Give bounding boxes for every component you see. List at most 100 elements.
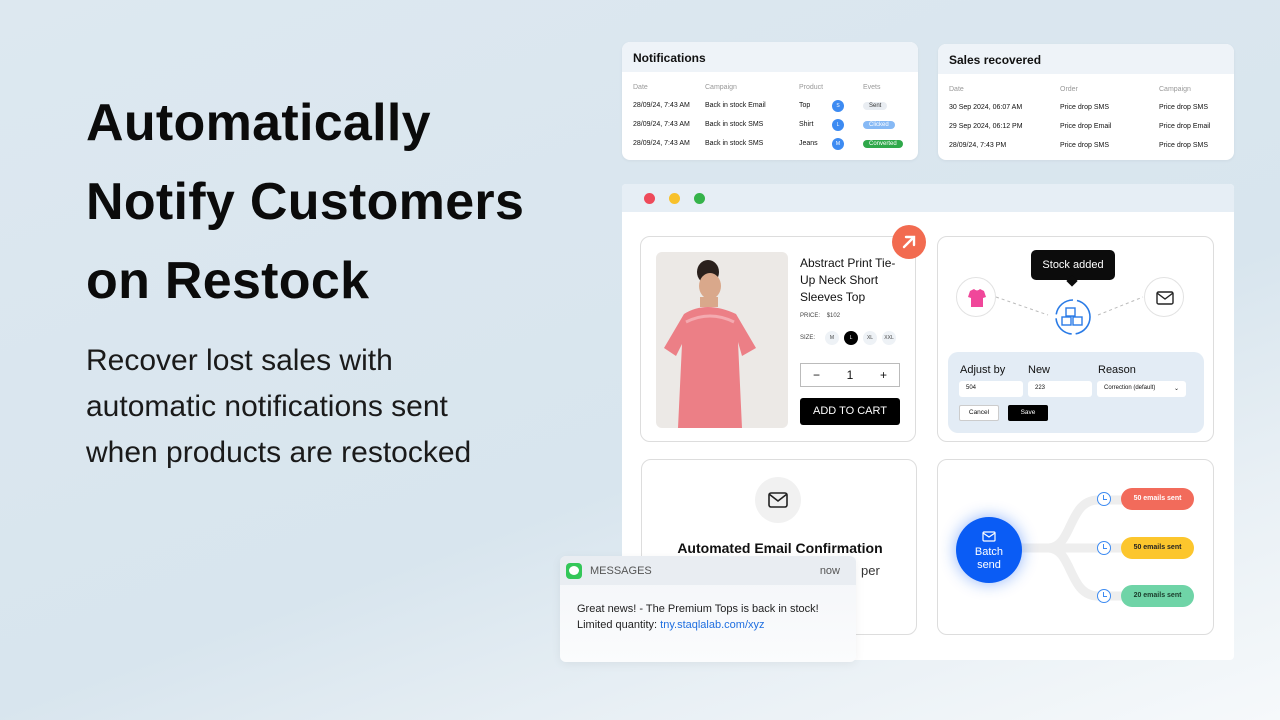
cell-date: 28/09/24, 7:43 AM	[633, 121, 690, 128]
add-to-cart-button[interactable]: ADD TO CART	[800, 398, 900, 425]
adjust-by-input[interactable]: 504	[959, 381, 1023, 397]
reason-value: Correction (default)	[1104, 385, 1156, 391]
reason-select[interactable]: Correction (default) ⌄	[1097, 381, 1186, 397]
cell-date: 30 Sep 2024, 06:07 AM	[949, 104, 1023, 111]
sales-recovered-card: Sales recovered Date Order Campaign 30 S…	[938, 44, 1234, 160]
table-row[interactable]: 28/09/24, 7:43 AM Back in stock SMS Jean…	[633, 134, 907, 153]
col-header: Product	[799, 83, 824, 91]
cell-campaign: Back in stock Email	[705, 102, 766, 109]
sales-title: Sales recovered	[938, 44, 1234, 74]
cell-order: Price drop SMS	[1060, 104, 1110, 111]
product-image	[656, 252, 788, 428]
col-header: Evets	[863, 83, 881, 91]
messages-app-icon	[566, 562, 582, 579]
product-price: PRICE: $102	[800, 313, 840, 319]
cell-campaign: Back in stock SMS	[705, 121, 764, 128]
message-link-prefix: Limited quantity:	[577, 619, 661, 631]
inventory-box-icon	[1052, 297, 1094, 337]
size-option-m[interactable]: M	[825, 331, 840, 345]
size-option-xl[interactable]: XL	[863, 331, 878, 345]
mail-icon	[1144, 277, 1184, 317]
event-badge: Converted	[863, 139, 903, 148]
table-row[interactable]: 28/09/24, 7:43 AM Back in stock Email To…	[633, 96, 907, 115]
size-option-l[interactable]: L	[844, 331, 859, 345]
save-button[interactable]: Save	[1008, 405, 1048, 421]
title-line: on Restock	[86, 252, 370, 310]
hero-title: Automatically Notify Customers on Restoc…	[86, 84, 606, 321]
chevron-down-icon: ⌄	[1173, 386, 1179, 392]
product-card: Abstract Print Tie-Up Neck Short Sleeves…	[640, 236, 916, 442]
adjust-by-label: Adjust by	[960, 364, 1006, 376]
col-header: Campaign	[705, 83, 737, 91]
cell-campaign: Price drop Email	[1159, 123, 1211, 130]
cell-date: 29 Sep 2024, 06:12 PM	[949, 123, 1023, 130]
notifications-title: Notifications	[622, 42, 918, 72]
emails-sent-badge: 50 emails sent	[1121, 537, 1194, 559]
size-option-xxl[interactable]: XXL	[882, 331, 897, 345]
notifications-table: Date Campaign Product Evets 28/09/24, 7:…	[622, 72, 918, 159]
cell-campaign: Back in stock SMS	[705, 140, 764, 147]
cell-date: 28/09/24, 7:43 AM	[633, 102, 690, 109]
quantity-value[interactable]: 1	[847, 368, 854, 382]
mail-icon	[755, 477, 801, 523]
table-row[interactable]: 28/09/24, 7:43 PM Price drop SMS Price d…	[949, 136, 1223, 155]
size-badge: S	[832, 99, 844, 112]
emails-sent-badge: 50 emails sent	[1121, 488, 1194, 510]
title-line: Notify Customers	[86, 173, 525, 231]
size-selector: SIZE: M L XL XXL	[800, 331, 901, 345]
cell-date: 28/09/24, 7:43 PM	[949, 142, 1007, 149]
cell-product: Shirt	[799, 121, 814, 128]
product-name: Abstract Print Tie-Up Neck Short Sleeves…	[800, 256, 896, 304]
notification-header: MESSAGES now	[560, 556, 856, 585]
event-badge: Sent	[863, 101, 888, 110]
col-header: Date	[949, 85, 964, 93]
batch-send-card: Batch send 50 emails sent 50 emails sent…	[937, 459, 1214, 635]
email-title: Automated Email Confirmation	[677, 540, 883, 556]
table-row[interactable]: 30 Sep 2024, 06:07 AM Price drop SMS Pri…	[949, 98, 1223, 117]
size-badge: L	[832, 118, 844, 131]
shirt-icon	[956, 277, 996, 317]
decrement-button[interactable]: −	[813, 368, 820, 382]
reason-label: Reason	[1098, 364, 1136, 376]
event-badge: Clicked	[863, 120, 895, 129]
window-titlebar	[622, 184, 1234, 212]
maximize-dot[interactable]	[694, 193, 705, 204]
cell-order: Price drop Email	[1060, 123, 1112, 130]
price-label: PRICE:	[800, 313, 821, 319]
size-badge: M	[832, 137, 844, 150]
message-text: Great news! - The Premium Tops is back i…	[577, 603, 819, 615]
new-input[interactable]: 223	[1028, 381, 1092, 397]
cell-product: Top	[799, 102, 811, 109]
title-line: Automatically	[86, 94, 431, 152]
increment-button[interactable]: +	[880, 368, 887, 382]
col-header: Campaign	[1159, 85, 1191, 93]
email-description: per	[861, 563, 880, 578]
batch-send-label: Batch send	[974, 546, 1004, 571]
external-link-icon[interactable]	[892, 225, 926, 259]
cell-date: 28/09/24, 7:43 AM	[633, 140, 690, 147]
col-header: Order	[1060, 85, 1078, 93]
price-value: $102	[826, 313, 841, 319]
cancel-button[interactable]: Cancel	[959, 405, 999, 421]
clock-icon	[1097, 492, 1111, 506]
notification-body: Great news! - The Premium Tops is back i…	[560, 585, 856, 649]
notification-time: now	[819, 564, 840, 577]
message-link[interactable]: tny.staqlalab.com/xyz	[660, 619, 764, 631]
cell-product: Jeans	[799, 140, 818, 147]
close-dot[interactable]	[644, 193, 655, 204]
app-name: MESSAGES	[590, 564, 652, 577]
sales-table: Date Order Campaign 30 Sep 2024, 06:07 A…	[938, 74, 1234, 160]
clock-icon	[1097, 541, 1111, 555]
table-row[interactable]: 29 Sep 2024, 06:12 PM Price drop Email P…	[949, 117, 1223, 136]
table-row[interactable]: 28/09/24, 7:43 AM Back in stock SMS Shir…	[633, 115, 907, 134]
emails-sent-badge: 20 emails sent	[1121, 585, 1194, 607]
notifications-card: Notifications Date Campaign Product Evet…	[622, 42, 918, 160]
sms-notification[interactable]: MESSAGES now Great news! - The Premium T…	[560, 556, 856, 662]
mail-icon	[982, 531, 996, 542]
new-label: New	[1028, 364, 1051, 376]
cell-campaign: Price drop SMS	[1159, 142, 1209, 149]
stock-adjust-card: Stock added Adjust by New Reason 504 223…	[937, 236, 1214, 442]
minimize-dot[interactable]	[669, 193, 680, 204]
batch-send-button[interactable]: Batch send	[956, 517, 1022, 583]
cell-campaign: Price drop SMS	[1159, 104, 1209, 111]
